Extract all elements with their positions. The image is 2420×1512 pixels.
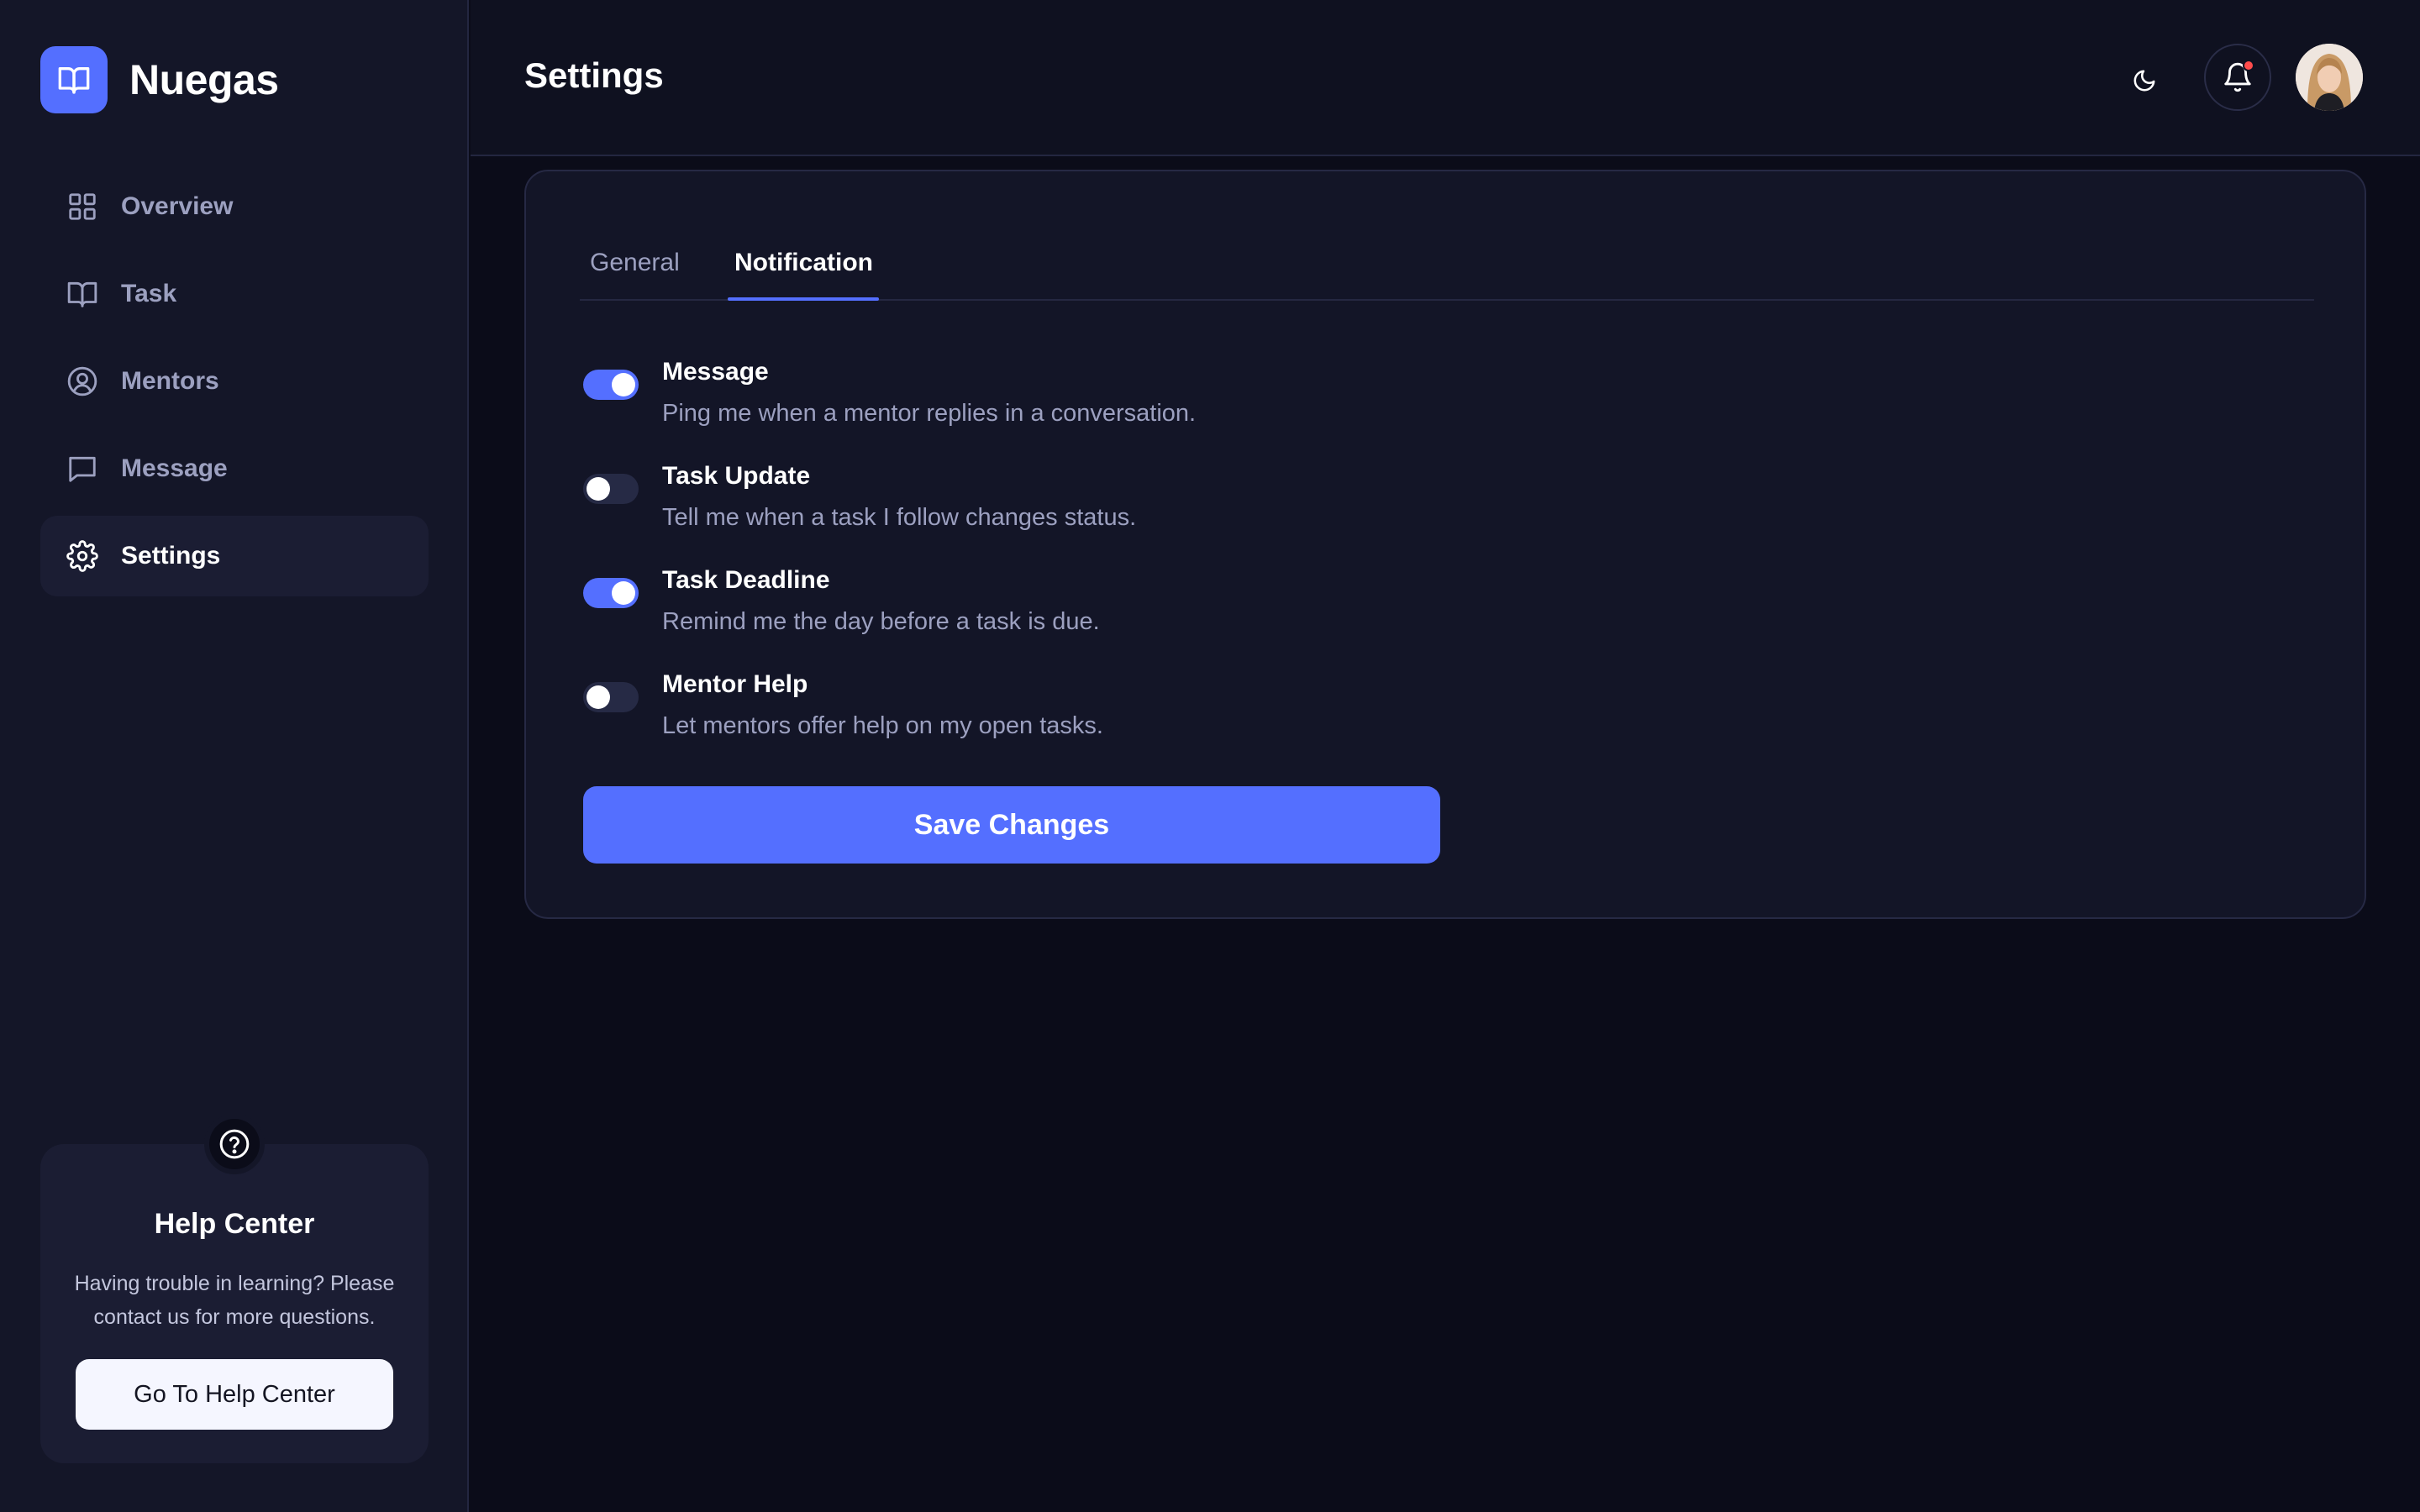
setting-task-update: Task Update Tell me when a task I follow… [580,462,1588,566]
toggle-knob [612,581,635,605]
sidebar-item-label: Settings [121,542,221,570]
grid-icon [66,190,99,223]
top-header: Settings [471,0,2420,156]
book-open-icon [40,46,108,113]
avatar[interactable] [2296,44,2363,111]
moon-icon[interactable] [2124,60,2165,101]
notification-dot [2243,60,2254,71]
app-root: Nuegas Overview Task Mentors Message Set… [0,0,2420,1512]
setting-description: Ping me when a mentor replies in a conve… [662,400,1197,427]
settings-card: General Notification Message Ping me whe… [524,170,2366,919]
user-circle-icon [66,365,99,398]
go-to-help-center-button[interactable]: Go To Help Center [76,1359,393,1430]
setting-description: Tell me when a task I follow changes sta… [662,504,1137,531]
sidebar-item-task[interactable]: Task [40,254,429,334]
setting-message: Message Ping me when a mentor replies in… [580,358,1588,462]
brand[interactable]: Nuegas [40,46,279,113]
brand-name: Nuegas [129,56,279,103]
toggle-knob [587,477,610,501]
sidebar-item-message[interactable]: Message [40,428,429,509]
save-changes-button[interactable]: Save Changes [583,786,1440,864]
sidebar-item-overview[interactable]: Overview [40,166,429,247]
page-title: Settings [524,55,664,95]
book-icon [66,277,99,311]
sidebar-item-label: Task [121,280,177,307]
toggle-knob [612,373,635,396]
message-toggle[interactable] [583,370,639,400]
toggle-knob [587,685,610,709]
sidebar-item-label: Message [121,454,228,482]
notifications-button[interactable] [2204,44,2271,111]
tab-notification[interactable]: Notification [734,249,873,301]
setting-title: Message [662,358,769,386]
help-question-icon [204,1114,265,1174]
gear-icon [66,539,99,573]
settings-tabs: General Notification [580,240,2314,301]
help-title: Help Center [154,1208,315,1240]
active-tab-indicator [728,297,879,301]
sidebar-item-mentors[interactable]: Mentors [40,341,429,422]
chat-icon [66,452,99,486]
task-deadline-toggle[interactable] [583,578,639,608]
setting-description: Remind me the day before a task is due. [662,608,1100,635]
tab-general[interactable]: General [590,249,680,301]
mentor-help-toggle[interactable] [583,682,639,712]
setting-title: Task Update [662,462,811,490]
setting-task-deadline: Task Deadline Remind me the day before a… [580,566,1588,670]
setting-description: Let mentors offer help on my open tasks. [662,712,1103,739]
notification-settings-list: Message Ping me when a mentor replies in… [580,358,1588,774]
sidebar-item-settings[interactable]: Settings [40,516,429,596]
setting-mentor-help: Mentor Help Let mentors offer help on my… [580,670,1588,774]
sidebar-item-label: Mentors [121,367,219,395]
sidebar-item-label: Overview [121,192,234,220]
setting-title: Task Deadline [662,566,830,594]
sidebar: Nuegas Overview Task Mentors Message Set… [0,0,469,1512]
sidebar-nav: Overview Task Mentors Message Settings [40,166,429,603]
setting-title: Mentor Help [662,670,808,698]
help-text: Having trouble in learning? Please conta… [74,1272,395,1329]
help-center-card: Help Center Having trouble in learning? … [40,1114,429,1463]
task-update-toggle[interactable] [583,474,639,504]
